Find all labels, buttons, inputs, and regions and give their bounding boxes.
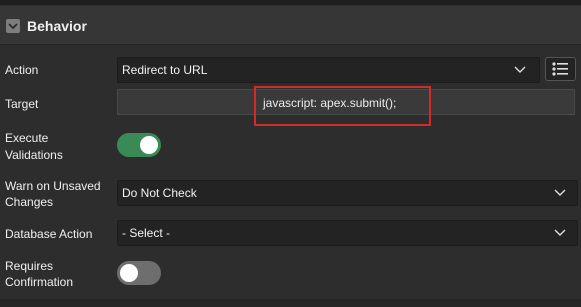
bottom-border (0, 299, 581, 307)
section-header[interactable]: Behavior (0, 6, 581, 45)
list-icon (552, 62, 568, 76)
toggle-knob (140, 136, 158, 154)
execute-validations-toggle[interactable] (117, 133, 161, 157)
chevron-down-icon (514, 66, 526, 73)
warn-unsaved-select[interactable]: Do Not Check (117, 180, 578, 206)
action-label: Action (5, 63, 39, 77)
requires-confirmation-label-2: Confirmation (5, 275, 74, 289)
action-value: Redirect to URL (122, 63, 208, 77)
warn-unsaved-label-2: Changes (5, 195, 54, 209)
highlight-box (254, 86, 431, 126)
chevron-collapse-icon[interactable] (6, 19, 20, 33)
section-title: Behavior (27, 18, 87, 34)
list-picker-button[interactable] (545, 57, 576, 81)
chevron-down-icon (554, 189, 566, 196)
toggle-knob (120, 264, 138, 282)
action-select[interactable]: Redirect to URL (117, 57, 540, 83)
target-label: Target (5, 97, 39, 111)
warn-unsaved-label-1: Warn on Unsaved (5, 179, 101, 193)
database-action-select[interactable]: - Select - (117, 220, 578, 246)
warn-unsaved-value: Do Not Check (122, 186, 197, 200)
execute-validations-label-2: Validations (5, 148, 63, 162)
database-action-value: - Select - (122, 226, 171, 240)
chevron-down-icon (554, 229, 566, 236)
requires-confirmation-toggle[interactable] (117, 261, 161, 285)
database-action-label: Database Action (5, 227, 93, 241)
execute-validations-label-1: Execute (5, 131, 49, 145)
requires-confirmation-label-1: Requires (5, 259, 54, 273)
behavior-panel (0, 5, 581, 307)
